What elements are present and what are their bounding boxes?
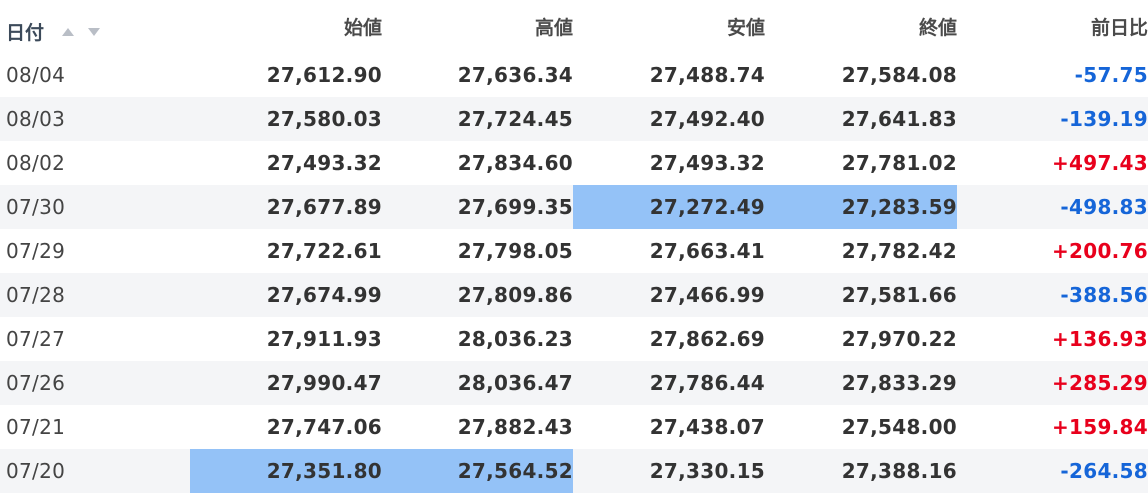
header-high[interactable]: 高値	[382, 0, 573, 53]
cell-change[interactable]: +497.43	[957, 141, 1148, 185]
cell-change[interactable]: -264.58	[957, 449, 1148, 493]
cell-change[interactable]: -139.19	[957, 97, 1148, 141]
cell-low[interactable]: 27,663.41	[573, 229, 765, 273]
cell-change[interactable]: -57.75	[957, 53, 1148, 97]
cell-open[interactable]: 27,612.90	[190, 53, 382, 97]
header-date[interactable]: 日付	[0, 0, 190, 53]
cell-low[interactable]: 27,493.32	[573, 141, 765, 185]
table-row: 07/21 27,747.06 27,882.43 27,438.07 27,548.0…	[0, 405, 1148, 449]
cell-open[interactable]: 27,722.61	[190, 229, 382, 273]
cell-change[interactable]: -388.56	[957, 273, 1148, 317]
cell-close[interactable]: 27,581.66	[765, 273, 957, 317]
cell-close[interactable]: 27,781.02	[765, 141, 957, 185]
table-row: 07/26 27,990.47 28,036.47 27,786.44 27,833.2…	[0, 361, 1148, 405]
cell-change[interactable]: +136.93	[957, 317, 1148, 361]
cell-close[interactable]: 27,388.16	[765, 449, 957, 493]
cell-open[interactable]: 27,580.03	[190, 97, 382, 141]
cell-date[interactable]: 08/02	[0, 141, 190, 185]
cell-open[interactable]: 27,674.99	[190, 273, 382, 317]
cell-close[interactable]: 27,970.22	[765, 317, 957, 361]
table-row: 08/03 27,580.03 27,724.45 27,492.40 27,641.8…	[0, 97, 1148, 141]
cell-high[interactable]: 28,036.47	[382, 361, 573, 405]
cell-date[interactable]: 08/04	[0, 53, 190, 97]
table-row: 07/28 27,674.99 27,809.86 27,466.99 27,581.6…	[0, 273, 1148, 317]
cell-date[interactable]: 07/28	[0, 273, 190, 317]
cell-date[interactable]: 07/20	[0, 449, 190, 493]
cell-low[interactable]: 27,492.40	[573, 97, 765, 141]
sort-descending-icon[interactable]	[87, 27, 101, 37]
cell-open[interactable]: 27,990.47	[190, 361, 382, 405]
cell-high[interactable]: 27,636.34	[382, 53, 573, 97]
cell-high[interactable]: 27,798.05	[382, 229, 573, 273]
table-row: 07/27 27,911.93 28,036.23 27,862.69 27,970.2…	[0, 317, 1148, 361]
table-body: 08/04 27,612.90 27,636.34 27,488.74 27,584.0…	[0, 53, 1148, 493]
cell-close[interactable]: 27,548.00	[765, 405, 957, 449]
table-header: 日付 始値 高値 安値 終値 前日比	[0, 0, 1148, 53]
header-close[interactable]: 終値	[765, 0, 957, 53]
sort-toggle[interactable]	[61, 20, 102, 42]
cell-change[interactable]: +285.29	[957, 361, 1148, 405]
cell-high[interactable]: 27,834.60	[382, 141, 573, 185]
cell-close[interactable]: 27,584.08	[765, 53, 957, 97]
cell-high[interactable]: 27,809.86	[382, 273, 573, 317]
header-open[interactable]: 始値	[190, 0, 382, 53]
table-row: 08/04 27,612.90 27,636.34 27,488.74 27,584.0…	[0, 53, 1148, 97]
header-row: 日付 始値 高値 安値 終値 前日比	[0, 0, 1148, 53]
cell-low[interactable]: 27,862.69	[573, 317, 765, 361]
cell-close[interactable]: 27,641.83	[765, 97, 957, 141]
cell-high[interactable]: 27,882.43	[382, 405, 573, 449]
cell-low[interactable]: 27,438.07	[573, 405, 765, 449]
table-row: 07/20 27,351.80 27,564.52 27,330.15 27,388.1…	[0, 449, 1148, 493]
table-row: 08/02 27,493.32 27,834.60 27,493.32 27,781.0…	[0, 141, 1148, 185]
cell-open[interactable]: 27,747.06	[190, 405, 382, 449]
cell-low[interactable]: 27,488.74	[573, 53, 765, 97]
header-date-label: 日付	[6, 22, 45, 44]
header-change[interactable]: 前日比	[957, 0, 1148, 53]
table-row: 07/29 27,722.61 27,798.05 27,663.41 27,782.4…	[0, 229, 1148, 273]
cell-low[interactable]: 27,786.44	[573, 361, 765, 405]
cell-low[interactable]: 27,272.49	[573, 185, 765, 229]
header-low[interactable]: 安値	[573, 0, 765, 53]
cell-open[interactable]: 27,911.93	[190, 317, 382, 361]
cell-open[interactable]: 27,351.80	[190, 449, 382, 493]
cell-high[interactable]: 27,724.45	[382, 97, 573, 141]
cell-close[interactable]: 27,833.29	[765, 361, 957, 405]
cell-close[interactable]: 27,283.59	[765, 185, 957, 229]
cell-change[interactable]: +200.76	[957, 229, 1148, 273]
cell-close[interactable]: 27,782.42	[765, 229, 957, 273]
cell-open[interactable]: 27,493.32	[190, 141, 382, 185]
cell-low[interactable]: 27,330.15	[573, 449, 765, 493]
cell-open[interactable]: 27,677.89	[190, 185, 382, 229]
cell-date[interactable]: 07/21	[0, 405, 190, 449]
cell-change[interactable]: +159.84	[957, 405, 1148, 449]
cell-date[interactable]: 07/30	[0, 185, 190, 229]
sort-ascending-icon[interactable]	[61, 27, 75, 37]
cell-high[interactable]: 28,036.23	[382, 317, 573, 361]
cell-high[interactable]: 27,699.35	[382, 185, 573, 229]
cell-date[interactable]: 07/29	[0, 229, 190, 273]
cell-date[interactable]: 07/26	[0, 361, 190, 405]
price-history-table: 日付 始値 高値 安値 終値 前日比 08/04 27,612.90 27,636.…	[0, 0, 1148, 493]
cell-low[interactable]: 27,466.99	[573, 273, 765, 317]
table-row: 07/30 27,677.89 27,699.35 27,272.49 27,283.5…	[0, 185, 1148, 229]
cell-date[interactable]: 07/27	[0, 317, 190, 361]
cell-date[interactable]: 08/03	[0, 97, 190, 141]
cell-high[interactable]: 27,564.52	[382, 449, 573, 493]
cell-change[interactable]: -498.83	[957, 185, 1148, 229]
